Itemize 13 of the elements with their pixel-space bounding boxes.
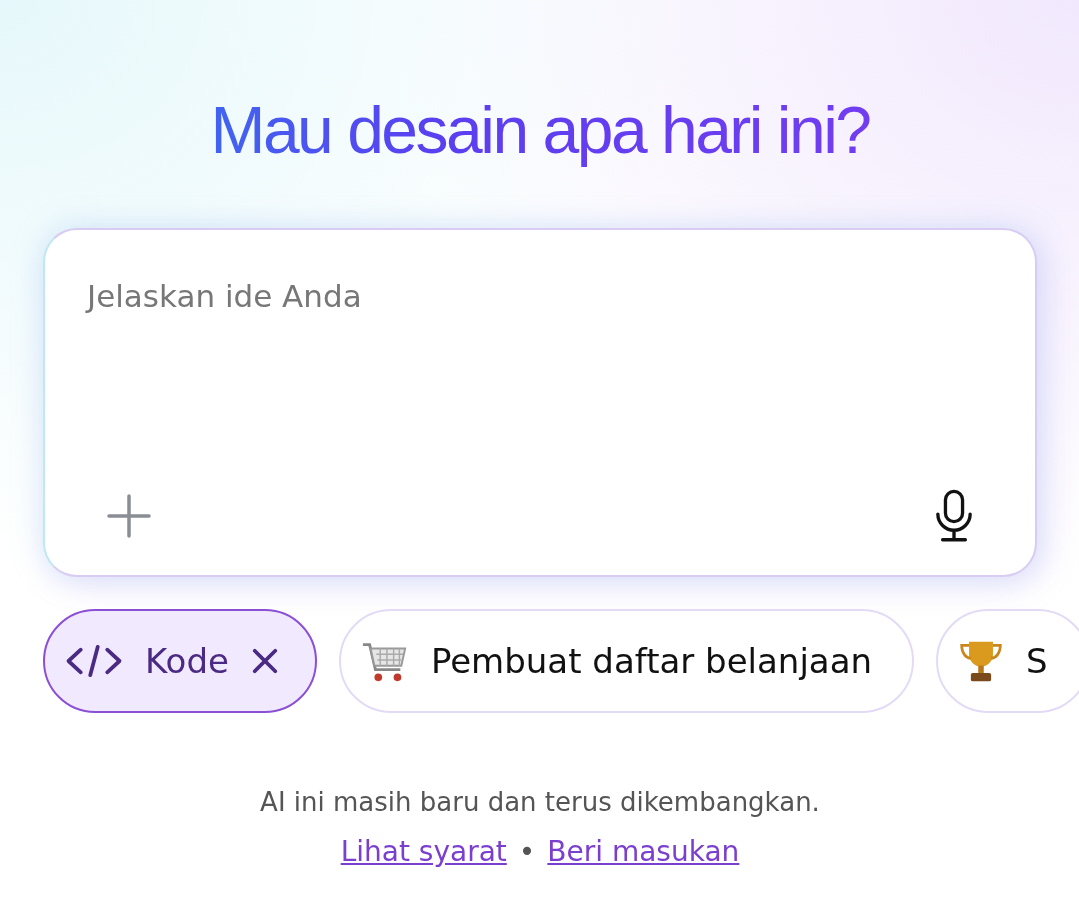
add-icon[interactable] <box>107 494 151 538</box>
close-icon[interactable] <box>250 647 279 675</box>
separator-dot: • <box>518 835 536 868</box>
suggestion-chip[interactable]: S <box>936 609 1079 713</box>
microphone-icon[interactable] <box>935 489 973 543</box>
suggestion-chip[interactable]: Pembuat daftar belanjaan <box>338 609 915 713</box>
disclaimer-text: AI ini masih baru dan terus dikembangkan. <box>259 787 821 817</box>
terms-link[interactable]: Lihat syarat <box>340 835 507 868</box>
prompt-field[interactable]: Jelaskan ide Anda <box>87 278 993 489</box>
feedback-link[interactable]: Beri masukan <box>547 835 740 868</box>
code-icon <box>65 644 123 678</box>
prompt-box[interactable]: Jelaskan ide Anda <box>43 228 1037 577</box>
suggestion-chip[interactable]: Kode <box>43 609 317 713</box>
